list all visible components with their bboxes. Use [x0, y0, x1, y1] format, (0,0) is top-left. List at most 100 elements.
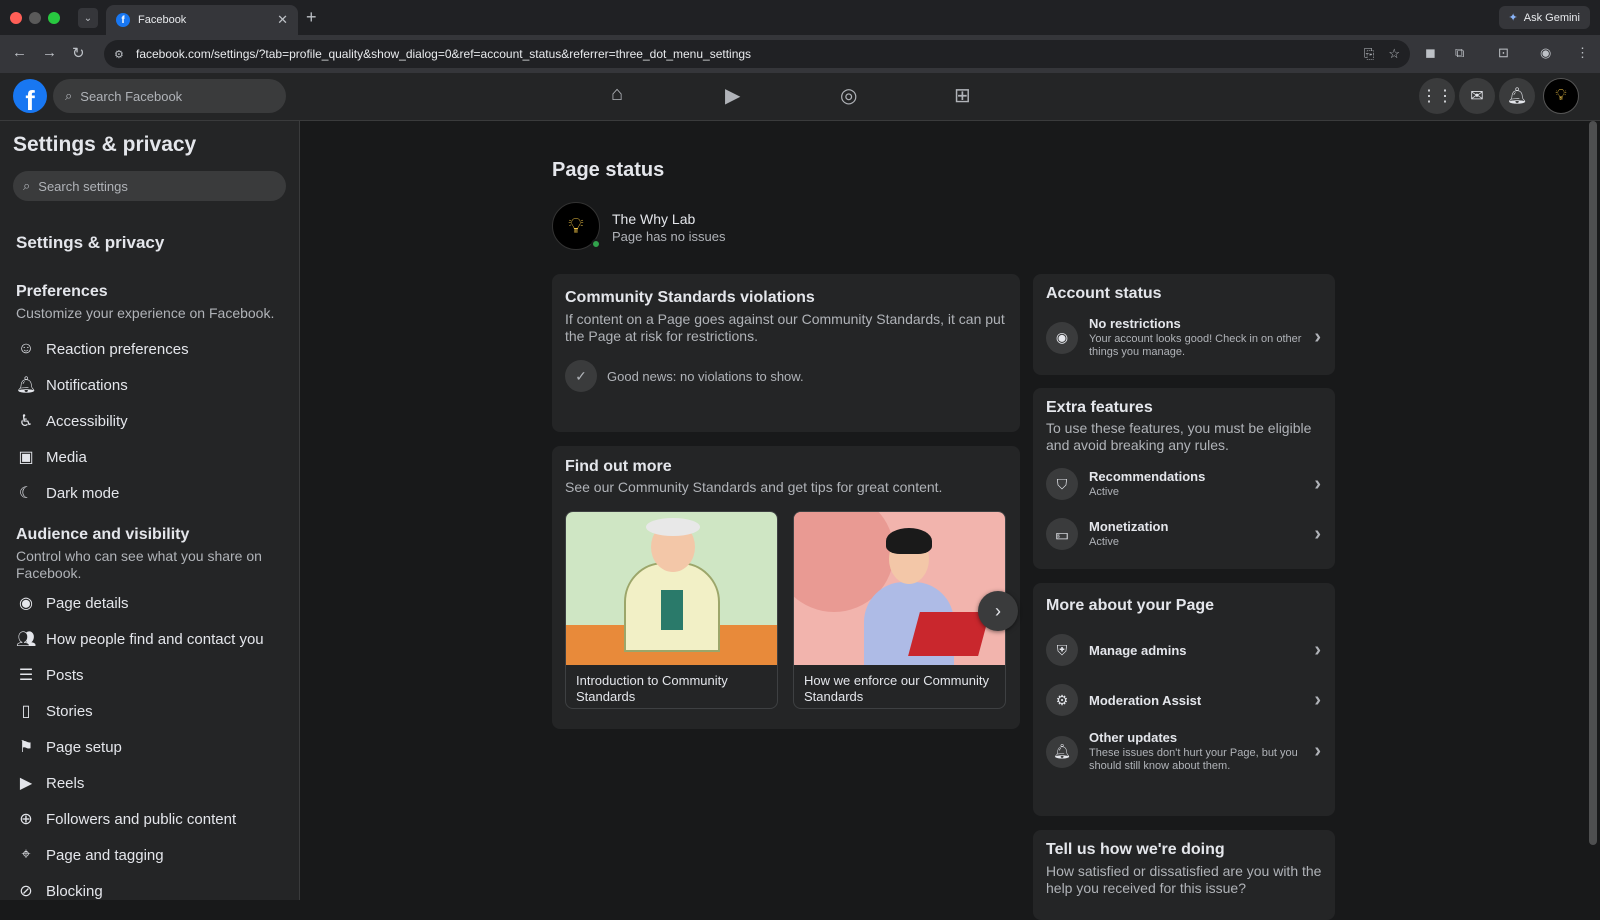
page-avatar-button[interactable]: 💡︎: [1543, 78, 1579, 114]
sidebar-item-reaction-preferences[interactable]: ☺ Reaction preferences: [16, 337, 189, 361]
back-arrow-icon[interactable]: ←: [12, 44, 27, 61]
online-status-dot: [591, 239, 601, 249]
browser-menu-icon[interactable]: ⋮: [1576, 45, 1589, 61]
more-about-page-card: More about your Page ⛨ Manage admins › ⚙…: [1033, 583, 1335, 816]
tab-search-button[interactable]: ⌄: [78, 8, 98, 28]
extra-features-heading: Extra features: [1046, 399, 1153, 416]
messenger-icon[interactable]: ✉: [1459, 78, 1495, 114]
close-window-button[interactable]: [10, 12, 22, 24]
book-icon: ▯: [21, 703, 31, 720]
settings-search-placeholder: Search settings: [38, 178, 128, 194]
enforce-standards-card[interactable]: How we enforce our Community Standards: [793, 511, 1006, 709]
sidebar-item-page-tagging[interactable]: ⌖ Page and tagging: [16, 843, 163, 867]
feedback-heading: Tell us how we're doing: [1046, 841, 1225, 858]
close-tab-icon[interactable]: ✕: [277, 12, 288, 28]
search-icon: ⌕: [65, 88, 73, 103]
search-icon: ⌕: [23, 178, 31, 193]
sidebar-item-dark-mode[interactable]: ☾ Dark mode: [16, 481, 120, 505]
video-icon[interactable]: ▶: [725, 83, 740, 108]
menu-grid-icon[interactable]: ⋮⋮: [1419, 78, 1455, 114]
sidebar-item-page-setup[interactable]: ⚑ Page setup: [16, 735, 122, 759]
carousel-next-button[interactable]: ›: [978, 591, 1018, 631]
monetization-icon: 💵︎: [1046, 518, 1078, 550]
new-tab-button[interactable]: +: [306, 7, 317, 28]
find-out-more-description: See our Community Standards and get tips…: [565, 479, 943, 495]
person-circle-icon: ◉: [19, 595, 33, 612]
screenshot-icon[interactable]: ⊡: [1498, 45, 1509, 61]
sidebar-item-stories[interactable]: ▯ Stories: [16, 699, 93, 723]
sidebar-item-notifications[interactable]: 🔔︎ Notifications: [16, 373, 128, 397]
sidebar-item-label: Dark mode: [46, 484, 120, 502]
groups-icon[interactable]: ◎: [840, 83, 857, 108]
sidebar-item-accessibility[interactable]: ♿︎ Accessibility: [16, 409, 128, 433]
ask-gemini-button[interactable]: ✦ Ask Gemini: [1498, 6, 1590, 29]
audience-description: Control who can see what you share on Fa…: [16, 548, 262, 581]
violations-heading: Community Standards violations: [565, 289, 815, 306]
minimize-window-button[interactable]: [29, 12, 41, 24]
monetization-row[interactable]: 💵︎ Monetization Active ›: [1046, 518, 1321, 550]
page-scrollbar[interactable]: [1589, 121, 1597, 845]
good-news-row: ✓ Good news: no violations to show.: [565, 360, 804, 392]
illustration-elderly-man: [566, 512, 777, 665]
sidebar-item-media[interactable]: ▣ Media: [16, 445, 87, 469]
facebook-top-bar: f ⌕ Search Facebook ⌂ ▶ ◎ ⊞ ⋮⋮ ✉ 🔔︎ 💡︎: [0, 73, 1600, 121]
chevron-right-icon: ›: [1314, 472, 1321, 495]
find-out-more-card: Find out more See our Community Standard…: [552, 446, 1020, 729]
facebook-favicon-icon: f: [116, 13, 130, 27]
page-title: Page status: [552, 159, 665, 181]
find-out-more-heading: Find out more: [565, 458, 672, 475]
sidebar-item-reels[interactable]: ▶ Reels: [16, 771, 85, 795]
moderation-assist-row[interactable]: ⚙ Moderation Assist ›: [1046, 684, 1321, 716]
facebook-logo-icon[interactable]: f: [13, 79, 47, 113]
bookmark-star-icon[interactable]: ☆: [1388, 46, 1400, 62]
tag-icon: ⌖: [21, 846, 31, 863]
enforce-standards-caption: How we enforce our Community Standards: [804, 673, 989, 704]
home-icon[interactable]: ⌂: [611, 83, 623, 106]
browser-toolbar: ← → ↻ ⚙ facebook.com/settings/?tab=profi…: [0, 35, 1600, 73]
profile-avatar-icon[interactable]: ◉: [1540, 45, 1551, 61]
reaction-icon: ☺: [17, 340, 35, 357]
sidebar-item-label: Stories: [46, 702, 93, 720]
chevron-right-icon: ›: [1314, 326, 1321, 348]
browser-tab[interactable]: f Facebook ✕: [106, 5, 298, 35]
notifications-bell-icon[interactable]: 🔔︎: [1499, 78, 1535, 114]
bell-icon: 🔔︎: [16, 377, 37, 394]
sidebar-item-blocking[interactable]: ⊘ Blocking: [16, 879, 102, 901]
people-icon: 👥︎: [16, 631, 37, 648]
extensions-puzzle-icon[interactable]: ⧉: [1455, 45, 1464, 61]
feedback-description: How satisfied or dissatisfied are you wi…: [1046, 863, 1322, 896]
ask-gemini-label: Ask Gemini: [1523, 11, 1580, 24]
reload-icon[interactable]: ↻: [72, 44, 85, 62]
preferences-heading: Preferences: [16, 283, 108, 300]
extension-icon[interactable]: ◼: [1425, 45, 1436, 61]
intro-standards-card[interactable]: Introduction to Community Standards: [565, 511, 778, 709]
no-restrictions-row[interactable]: ◉ No restrictions Your account looks goo…: [1046, 316, 1321, 359]
account-status-card: Account status ◉ No restrictions Your ac…: [1033, 274, 1335, 375]
maximize-window-button[interactable]: [48, 12, 60, 24]
chevron-right-icon: ›: [1314, 638, 1321, 661]
checkmark-icon: ✓: [565, 360, 597, 392]
sidebar-item-find-contact[interactable]: 👥︎ How people find and contact you: [16, 627, 264, 651]
url-text: facebook.com/settings/?tab=profile_quali…: [136, 47, 752, 61]
settings-search-input[interactable]: ⌕ Search settings: [13, 171, 286, 201]
install-app-icon[interactable]: ⎘: [1364, 46, 1374, 62]
gaming-icon[interactable]: ⊞: [954, 83, 971, 108]
facebook-search-input[interactable]: ⌕ Search Facebook: [53, 79, 286, 113]
sidebar-item-page-details[interactable]: ◉ Page details: [16, 591, 129, 615]
address-bar[interactable]: ⚙ facebook.com/settings/?tab=profile_qua…: [104, 40, 1410, 68]
intro-standards-caption: Introduction to Community Standards: [576, 673, 728, 704]
forward-arrow-icon[interactable]: →: [42, 44, 57, 61]
preferences-description: Customize your experience on Facebook.: [16, 305, 275, 321]
site-info-icon[interactable]: ⚙: [114, 48, 128, 61]
sidebar-item-followers[interactable]: ⊕ Followers and public content: [16, 807, 236, 831]
block-user-icon: ⊘: [19, 883, 33, 900]
other-updates-row[interactable]: 🔔︎ Other updates These issues don't hurt…: [1046, 730, 1321, 773]
manage-admins-row[interactable]: ⛨ Manage admins ›: [1046, 634, 1321, 666]
sidebar-item-label: Page details: [46, 594, 129, 612]
tab-title: Facebook: [138, 14, 187, 26]
sidebar-item-label: Notifications: [46, 376, 128, 394]
sidebar-item-posts[interactable]: ☰ Posts: [16, 663, 84, 687]
shield-icon: ⛨: [1046, 634, 1078, 666]
sidebar-item-label: Media: [46, 448, 87, 466]
recommendations-row[interactable]: ⛉ Recommendations Active ›: [1046, 468, 1321, 500]
